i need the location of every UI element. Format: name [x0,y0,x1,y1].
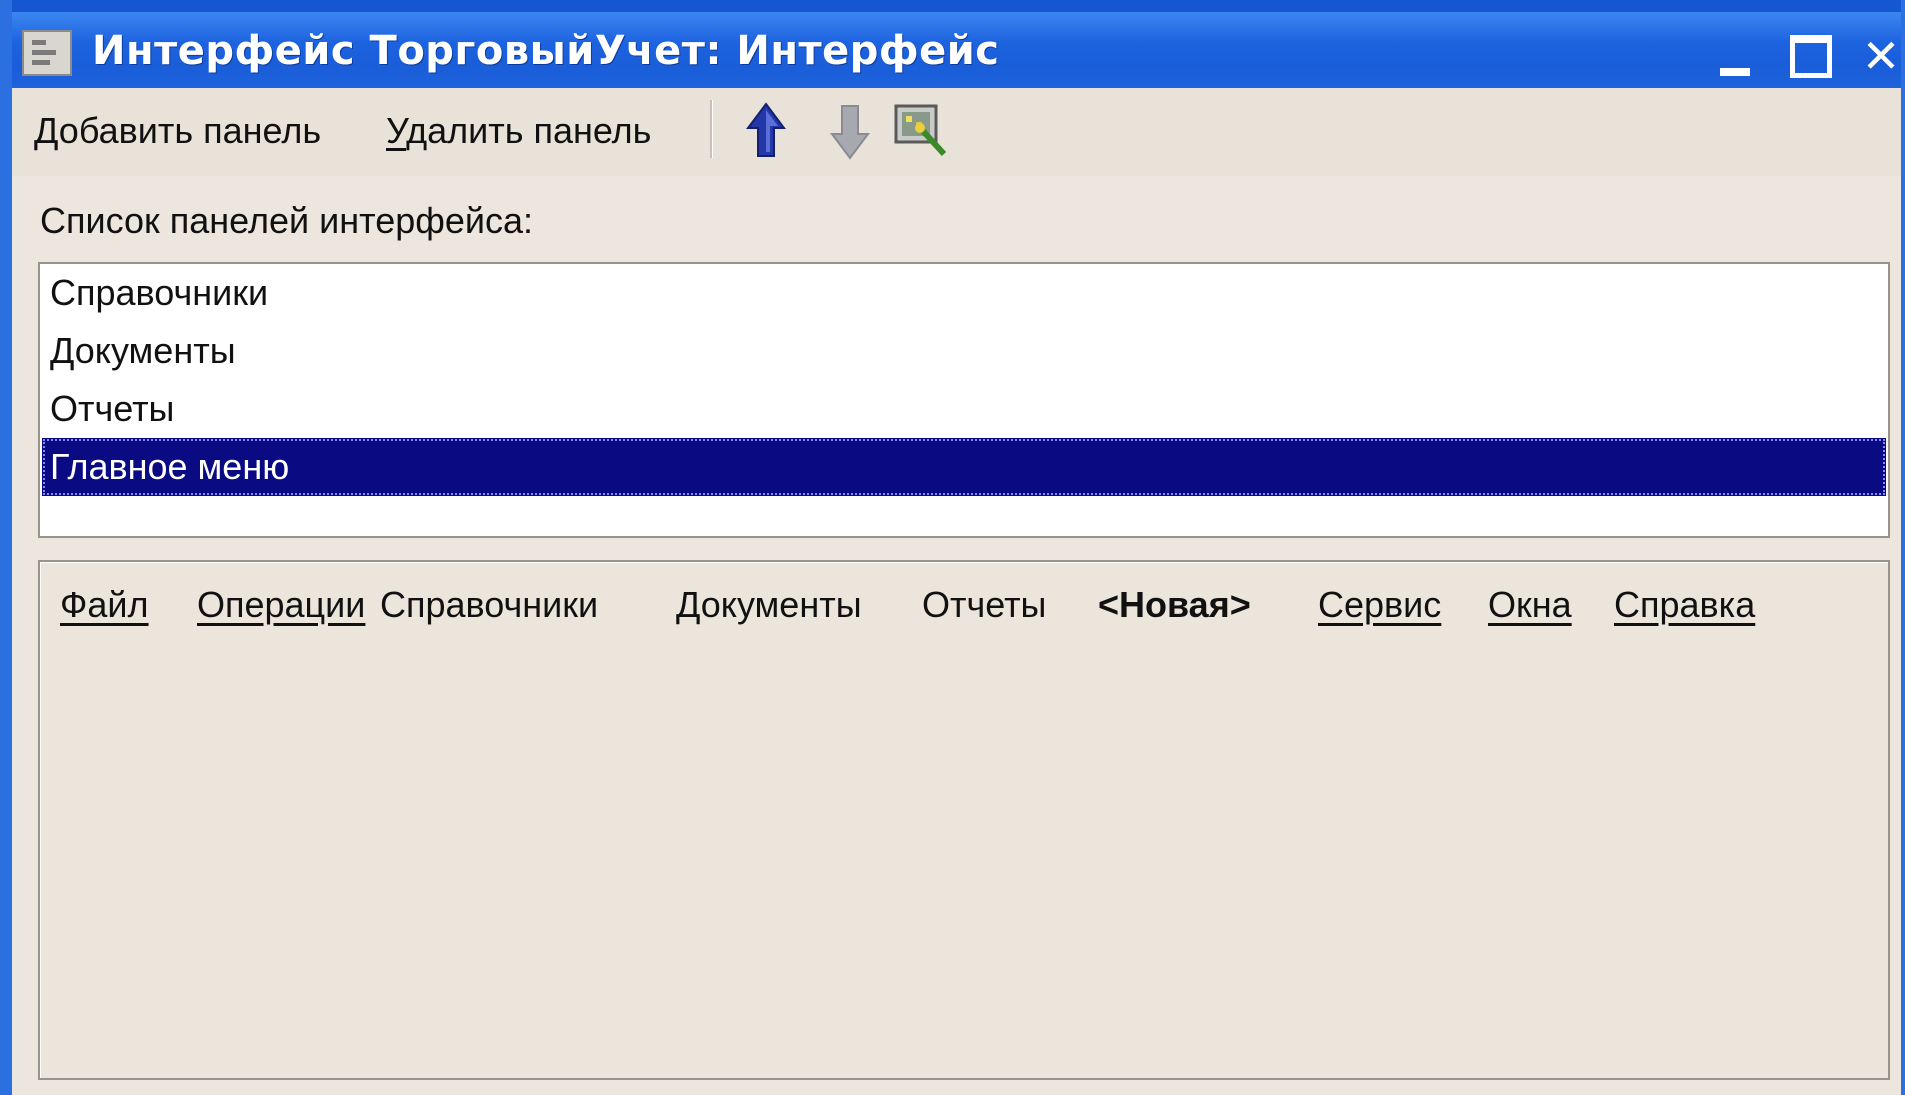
arrow-up-icon [746,102,786,157]
toolbar-separator [710,100,713,158]
window-title: Интерфейс ТорговыйУчет: Интерфейс [92,28,1000,74]
minimize-button[interactable] [1712,30,1764,82]
add-panel-button[interactable]: Добавить панель [34,110,321,152]
remove-panel-button[interactable]: Удалить панель [386,110,651,152]
list-item[interactable]: Справочники [42,264,1886,322]
list-item-selected[interactable]: Главное меню [42,438,1886,496]
add-panel-mnemonic: Д [34,110,59,151]
wizard-button[interactable] [892,100,952,162]
close-button[interactable]: ✕ [1855,29,1901,83]
menu-item-operations[interactable]: Операции [197,584,365,626]
menu-item-documents[interactable]: Документы [676,584,862,626]
interface-editor-window: Интерфейс ТорговыйУчет: Интерфейс ✕ Доба… [0,0,1905,1095]
menu-item-help[interactable]: Справка [1614,584,1755,626]
add-panel-label-rest: обавить панель [58,110,322,151]
move-up-button[interactable] [736,100,796,162]
remove-panel-mnemonic: У [386,110,407,151]
menu-preview-panel: Файл Операции Справочники Документы Отче… [38,560,1890,1080]
wizard-icon [894,104,947,157]
remove-panel-label-rest: далить панель [406,110,652,151]
toolbar: Добавить панель Удалить панель [12,88,1901,176]
menu-item-service[interactable]: Сервис [1318,584,1441,626]
menu-item-new[interactable]: <Новая> [1098,584,1251,626]
list-item[interactable]: Отчеты [42,380,1886,438]
close-icon: ✕ [1861,29,1901,83]
title-bar[interactable]: Интерфейс ТорговыйУчет: Интерфейс ✕ [12,0,1901,88]
arrow-down-icon [830,105,870,160]
panel-list-label: Список панелей интерфейса: [40,200,534,241]
panel-list[interactable]: Справочники Документы Отчеты Главное мен… [38,262,1890,538]
menu-item-windows[interactable]: Окна [1488,584,1572,626]
move-down-button[interactable] [820,100,880,162]
menu-item-file[interactable]: Файл [60,584,149,626]
maximize-button[interactable] [1784,30,1836,82]
list-item[interactable]: Документы [42,322,1886,380]
menu-item-catalogs[interactable]: Справочники [380,584,598,626]
menu-item-reports[interactable]: Отчеты [922,584,1046,626]
window-app-icon [22,30,72,76]
